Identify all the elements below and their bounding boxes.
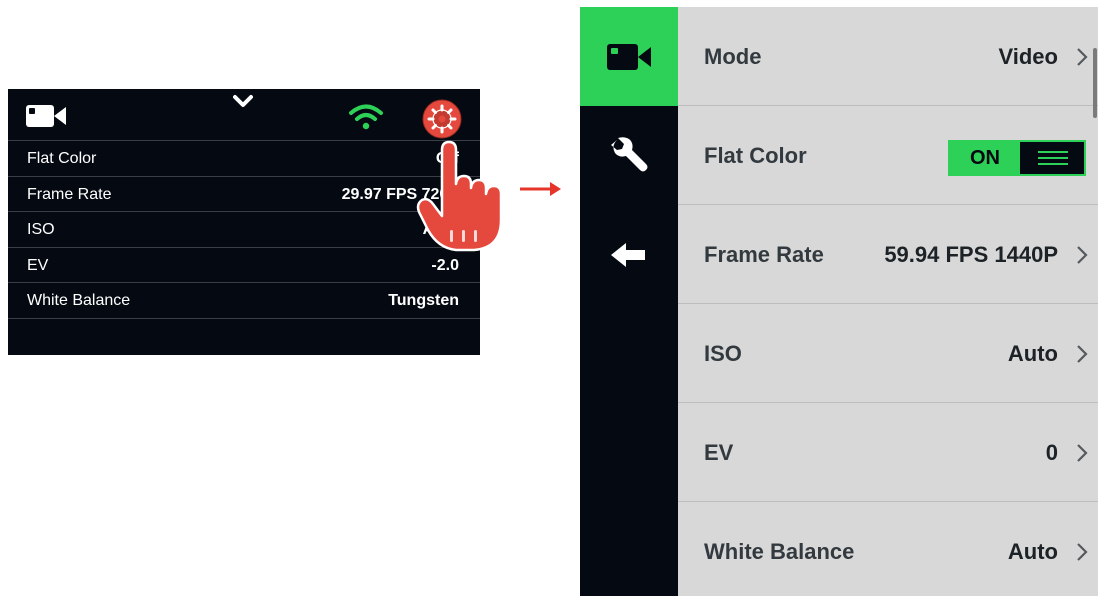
setting-label: Flat Color [27,150,97,167]
toggle-handle-icon [1038,151,1068,165]
setting-label: ISO [27,221,55,238]
toggle-state-label: ON [950,142,1020,174]
menu-label: Mode [704,44,762,69]
menu-label: EV [704,440,734,465]
setting-value: Tungsten [388,292,459,309]
chevron-right-icon [1077,543,1088,561]
menu-row-mode[interactable]: Mode Video [678,7,1098,106]
status-bar [8,89,480,141]
setting-label: EV [27,256,49,274]
camera-settings-preview: Flat Color Off Frame Rate 29.97 FPS 720P… [8,89,480,355]
menu-row-frame-rate[interactable]: Frame Rate 59.94 FPS 1440P [678,205,1098,304]
menu-label: Frame Rate [704,242,824,267]
menu-row-iso[interactable]: ISO Auto [678,304,1098,403]
menu-row-flat-color[interactable]: Flat Color ON [678,106,1098,205]
setting-row-ev[interactable]: EV -2.0 [8,248,480,283]
menu-label: ISO [704,341,742,366]
chevron-right-icon [1077,345,1088,363]
menu-label: Flat Color [704,143,807,168]
chevron-right-icon [1077,444,1088,462]
settings-sidebar [580,7,678,596]
menu-value: Auto [1007,539,1058,564]
menu-value: Auto [1007,341,1058,366]
pointing-hand-icon [416,140,503,252]
menu-value: 0 [1045,440,1058,465]
chevron-right-icon [1077,246,1088,264]
sidebar-item-back[interactable] [580,205,678,304]
sidebar-item-video[interactable] [580,7,678,106]
setting-row-flat-color[interactable]: Flat Color Off [8,141,480,177]
flat-color-toggle[interactable]: ON [948,140,1086,176]
chevron-right-icon [1077,48,1088,66]
menu-label: White Balance [704,539,855,564]
sidebar-item-tools[interactable] [580,106,678,205]
setting-row-white-balance[interactable]: White Balance Tungsten [8,283,480,319]
wrench-icon [611,136,648,171]
settings-menu: Mode Video Flat Color ON Frame Rate 59.9… [678,7,1098,596]
video-camera-icon[interactable] [26,103,66,129]
menu-value: Video [998,44,1058,69]
setting-row-iso[interactable]: ISO Auto [8,212,480,248]
video-camera-icon [607,43,651,70]
gear-icon[interactable] [422,99,462,139]
setting-label: Frame Rate [27,185,112,203]
menu-row-ev[interactable]: EV 0 [678,403,1098,502]
setting-row-frame-rate[interactable]: Frame Rate 29.97 FPS 720P [8,177,480,212]
right-arrow-icon [520,182,561,196]
menu-value: 59.94 FPS 1440P [884,242,1058,267]
menu-scrollbar[interactable] [1093,48,1097,118]
wifi-icon [349,104,383,130]
chevron-down-icon[interactable] [232,94,254,110]
back-arrow-icon [611,242,645,267]
setting-label: White Balance [27,292,131,309]
menu-row-white-balance[interactable]: White Balance Auto [678,502,1098,596]
